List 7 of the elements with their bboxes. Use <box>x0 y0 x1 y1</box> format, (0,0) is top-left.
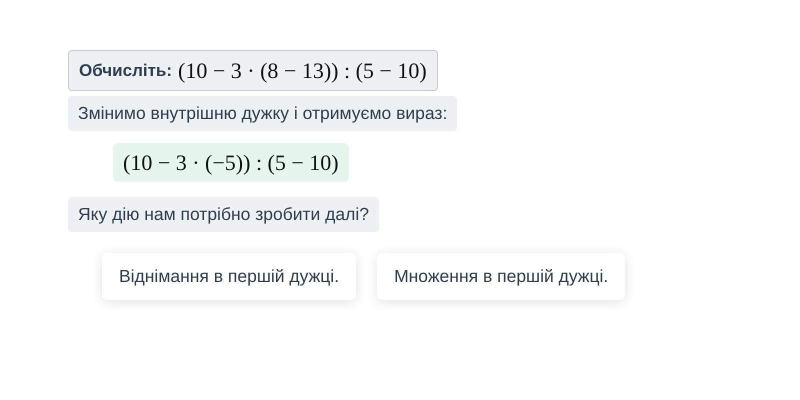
math-expression: (10 − 3 · (−5)) : (5 − 10) <box>113 143 349 182</box>
math-expression: (10 − 3 · (8 − 13)) : (5 − 10) <box>178 58 427 84</box>
answer-button[interactable]: Віднімання в першій дужці. <box>102 253 356 300</box>
task-label: Обчисліть: <box>79 60 172 80</box>
chat-message: Змінимо внутрішню дужку і отримуємо вираз: <box>68 96 458 131</box>
chat-message: Яку дію нам потрібно зробити далі? <box>68 197 379 232</box>
answer-button[interactable]: Множення в першій дужці. <box>377 253 626 300</box>
